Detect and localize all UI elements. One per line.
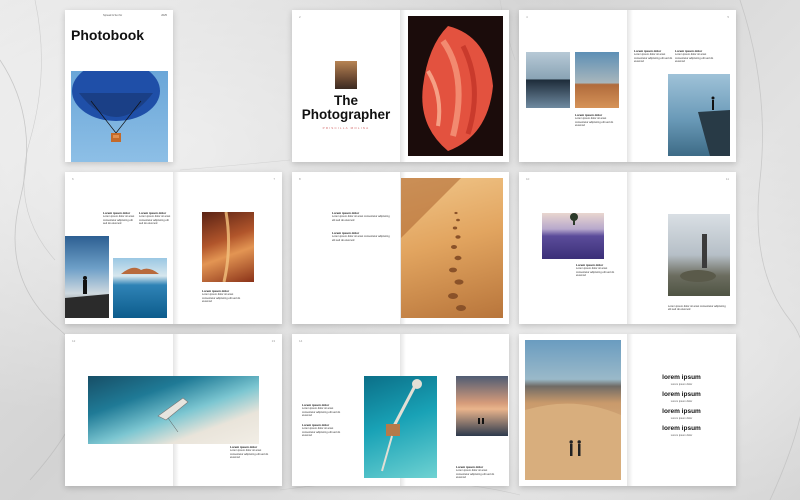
caption-body: Lorem ipsum dolor sit amet consectetur a… [675,53,714,64]
caption: Lorem ipsum dolor Lorem ipsum dolor sit … [575,113,619,128]
balloon-photo [71,71,168,162]
caption-body: Lorem ipsum dolor sit amet consectetur a… [103,215,135,226]
closing-heading: lorem ipsum [662,408,701,415]
caption-body: Lorem ipsum dolor sit amet consectetur a… [202,293,241,304]
caption-body: Lorem ipsum dolor sit amet consectetur a… [575,117,614,128]
intro-author: PRISCILLA MOLINA [322,126,370,130]
caption: Lorem ipsum dolor sit amet consectetur a… [668,305,728,312]
cover-title: Photobook [71,27,145,43]
spread-gutter [627,172,637,324]
title-spread: 2 The Photographer PRISCILLA MOLINA [292,10,509,162]
caption: Lorem ipsum dolor Lorem ipsum dolor sit … [332,231,392,242]
caption: Lorem ipsum dolor Lorem ipsum dolor sit … [230,445,270,460]
caption: Lorem ipsum dolor Lorem ipsum dolor sit … [576,263,616,278]
lavender-photo [542,213,604,259]
tower-photo [668,214,730,296]
spread-gutter [627,10,637,162]
island-photo [113,258,167,318]
caption: Lorem ipsum dolor Lorem ipsum dolor sit … [302,403,342,418]
footprints-photo [401,178,503,318]
closing-sub: Lorem ipsum dolor [670,417,693,420]
caption: Lorem ipsum dolor Lorem ipsum dolor sit … [456,465,501,480]
lake-spread: 4 5 Lorem ipsum dolor Lorem ipsum dolor … [519,10,736,162]
cover-page: Spread & Set for 2025 Photobook [65,10,173,162]
page-number: 8 [299,177,301,181]
caption-body: Lorem ipsum dolor sit amet consectetur a… [302,427,341,438]
pier-photo [364,376,437,478]
intro-title: The Photographer [292,94,400,122]
page-number: 13 [271,339,275,343]
hiker-photo [65,236,109,318]
caption: Lorem ipsum dolor Lorem ipsum dolor sit … [139,211,171,226]
caption-body: Lorem ipsum dolor sit amet consectetur a… [302,407,341,418]
caption-body: Lorem ipsum dolor sit amet consectetur a… [332,215,390,222]
dunes-spread: 8 Lorem ipsum dolor Lorem ipsum dolor si… [292,172,509,324]
closing-sub: Lorem ipsum dolor [670,434,693,437]
closing-sub: Lorem ipsum dolor [670,400,693,403]
page-number: 7 [273,177,275,181]
aerial-boat-photo [88,376,259,444]
caption: Lorem ipsum dolor Lorem ipsum dolor sit … [103,211,137,226]
intro-title-line1: The [333,93,358,108]
page-number: 12 [72,339,76,343]
lavender-spread: 10 11 Lorem ipsum dolor Lorem ipsum dolo… [519,172,736,324]
flamingo-photo [408,16,503,156]
closing-sub: Lorem ipsum dolor [670,383,693,386]
caption: Lorem ipsum dolor Lorem ipsum dolor sit … [634,49,674,64]
caption-body: Lorem ipsum dolor sit amet consectetur a… [668,305,726,312]
cover-header-right: 2025 [161,14,167,17]
cliff-photo [668,74,730,156]
canyon-spread: 6 7 Lorem ipsum dolor Lorem ipsum dolor … [65,172,282,324]
closing-spread: lorem ipsum Lorem ipsum dolor lorem ipsu… [519,334,736,486]
closing-heading: lorem ipsum [662,391,701,398]
lake-photo [526,52,570,108]
spread-gutter [173,172,183,324]
couple-desert-photo [525,340,621,480]
caption: Lorem ipsum dolor Lorem ipsum dolor sit … [302,423,342,438]
page-number: 2 [299,15,301,19]
desert-photo [575,52,619,108]
caption: Lorem ipsum dolor Lorem ipsum dolor sit … [675,49,715,64]
caption-body: Lorem ipsum dolor sit amet consectetur a… [456,469,495,480]
pier-spread: 14 Lorem ipsum dolor Lorem ipsum dolor s… [292,334,509,486]
caption: Lorem ipsum dolor Lorem ipsum dolor sit … [332,211,392,222]
page-number: 10 [526,177,530,181]
cover-header-left: Spread & Set for [103,14,123,17]
closing-heading: lorem ipsum [662,425,701,432]
sunset-photo [456,376,508,436]
photographer-thumb [335,61,357,89]
canyon-photo [202,212,254,282]
page-number: 11 [725,177,729,181]
page-number: 4 [526,15,528,19]
caption-body: Lorem ipsum dolor sit amet consectetur a… [576,267,615,278]
caption-body: Lorem ipsum dolor sit amet consectetur a… [230,449,269,460]
page-number: 14 [299,339,303,343]
boat-spread: 12 13 Lorem ipsum dolor Lorem ipsum dolo… [65,334,282,486]
caption-body: Lorem ipsum dolor sit amet consectetur a… [332,235,390,242]
caption-body: Lorem ipsum dolor sit amet consectetur a… [139,215,171,226]
caption-body: Lorem ipsum dolor sit amet consectetur a… [634,53,673,64]
page-number: 5 [727,15,729,19]
page-number: 6 [72,177,74,181]
closing-heading: lorem ipsum [662,374,701,381]
intro-title-line2: Photographer [301,107,391,122]
caption: Lorem ipsum dolor Lorem ipsum dolor sit … [202,289,242,304]
